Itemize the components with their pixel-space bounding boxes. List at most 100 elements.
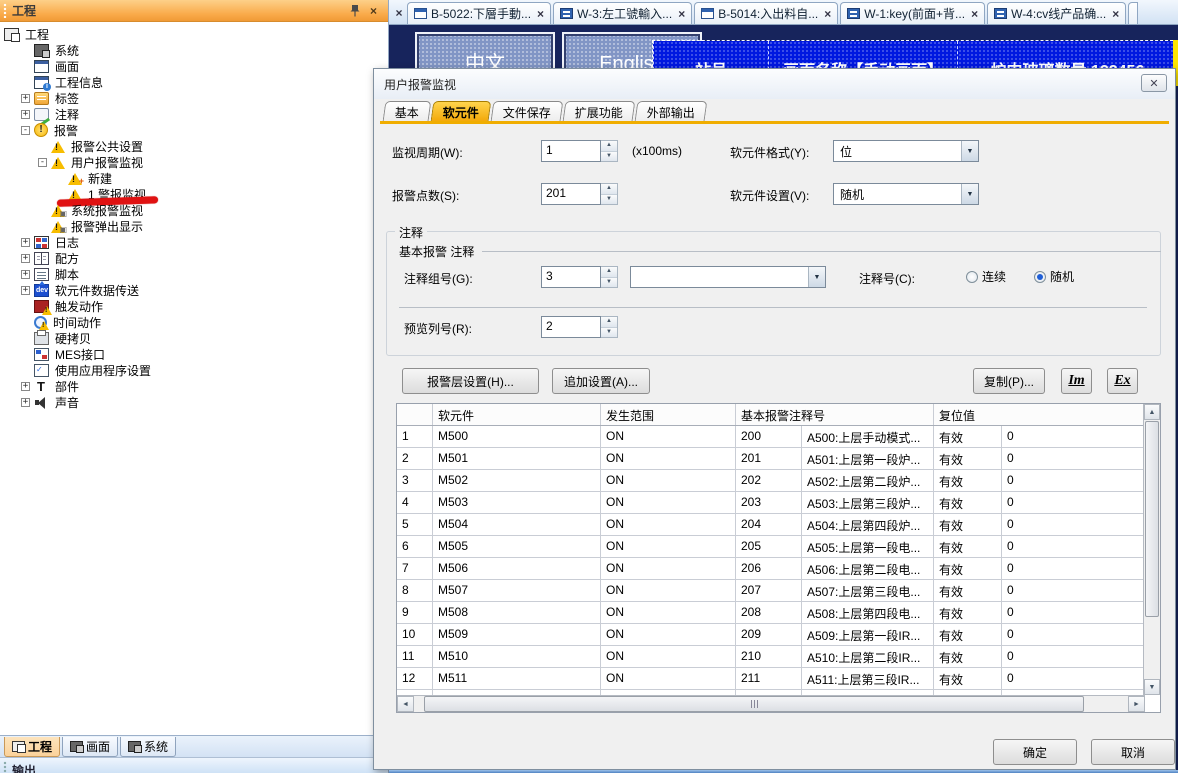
tree-item-脚本[interactable]: +脚本 [0,266,388,282]
spin-up-icon[interactable]: ▲ [601,317,617,328]
spin-up-icon[interactable]: ▲ [601,141,617,152]
spin-down-icon[interactable]: ▼ [601,328,617,338]
expand-toggle-icon[interactable]: + [21,286,30,295]
chevron-down-icon[interactable]: ▼ [961,184,978,204]
horizontal-scrollbar[interactable]: ◄ ► [397,695,1145,712]
tree-item-MES接口[interactable]: MES接口 [0,346,388,362]
expand-toggle-icon[interactable]: - [21,126,30,135]
tree-item-画面[interactable]: 画面 [0,58,388,74]
project-panel-titlebar[interactable]: 工程 × [0,0,388,22]
chevron-down-icon[interactable]: ▼ [808,267,825,287]
close-icon[interactable]: × [1112,7,1119,21]
cycle-value[interactable]: 1 [541,140,601,162]
expand-toggle-icon[interactable]: + [21,382,30,391]
format-dropdown[interactable]: 位 ▼ [833,140,979,162]
spin-up-icon[interactable]: ▲ [601,184,617,195]
expand-toggle-icon[interactable]: + [21,110,30,119]
points-value[interactable]: 201 [541,183,601,205]
tree-item-报警公共设置[interactable]: 报警公共设置 [0,138,388,154]
tree-item-系统报警监视[interactable]: ▣系统报警监视 [0,202,388,218]
comment-group-no-value[interactable]: 3 [541,266,601,288]
preview-col-spinner[interactable]: 2 ▲▼ [541,316,618,338]
spin-down-icon[interactable]: ▼ [601,278,617,288]
close-icon[interactable]: × [678,7,685,21]
table-row[interactable]: 3M502ON202A502:上层第二段炉...有效0 [397,470,1160,492]
cancel-button[interactable]: 取消 [1091,739,1175,765]
tree-item-报警弹出显示[interactable]: ▣报警弹出显示 [0,218,388,234]
dialog-tab-文件保存[interactable]: 文件保存 [491,101,564,121]
expand-toggle-icon[interactable]: + [21,254,30,263]
table-row[interactable]: 1M500ON200A500:上层手动模式...有效0 [397,426,1160,448]
tree-item-用户报警监视[interactable]: -用户报警监视 [0,154,388,170]
close-icon[interactable]: × [366,3,381,18]
dialog-close-button[interactable]: ✕ [1141,74,1167,92]
tree-item-工程信息[interactable]: 工程信息 [0,74,388,90]
table-row[interactable]: 7M506ON206A506:上层第二段电...有效0 [397,558,1160,580]
expand-toggle-icon[interactable]: - [38,158,47,167]
tree-item-报警[interactable]: -报警 [0,122,388,138]
spin-down-icon[interactable]: ▼ [601,195,617,205]
spin-down-icon[interactable]: ▼ [601,152,617,162]
table-row[interactable]: 10M509ON209A509:上层第一段IR...有效0 [397,624,1160,646]
expand-toggle-icon[interactable]: + [21,238,30,247]
document-tab-B-5022[interactable]: B-5022:下層手動...× [407,2,551,24]
tree-item-部件[interactable]: +部件 [0,378,388,394]
panel-tab-画面[interactable]: 画面 [62,737,118,757]
comment-group-dropdown[interactable]: ▼ [630,266,826,288]
expand-toggle-icon[interactable]: + [21,270,30,279]
horizontal-scrollbar-thumb[interactable] [424,696,1084,712]
tree-item-配方[interactable]: +配方 [0,250,388,266]
tree-item-触发动作[interactable]: 触发动作 [0,298,388,314]
export-button[interactable]: Ex [1107,368,1138,394]
cycle-spinner[interactable]: 1 ▲▼ [541,140,618,162]
dialog-titlebar[interactable]: 用户报警监视 [374,69,1175,99]
dialog-tab-基本[interactable]: 基本 [383,101,432,121]
vertical-scrollbar-thumb[interactable] [1145,421,1159,617]
document-tab-W-3[interactable]: W-3:左工號輸入...× [553,2,692,24]
scroll-right-icon[interactable]: ► [1128,696,1145,712]
table-row[interactable]: 6M505ON205A505:上层第一段电...有效0 [397,536,1160,558]
scroll-down-icon[interactable]: ▼ [1144,679,1160,695]
table-row[interactable]: 4M503ON203A503:上层第三段炉...有效0 [397,492,1160,514]
panel-tab-系统[interactable]: 系统 [120,737,176,757]
tree-item-硬拷贝[interactable]: 硬拷贝 [0,330,388,346]
points-spinner[interactable]: 201 ▲▼ [541,183,618,205]
tree-item-日志[interactable]: +日志 [0,234,388,250]
tree-item-时间动作[interactable]: 时间动作 [0,314,388,330]
tree-item-工程[interactable]: 工程 [0,26,388,42]
alarm-layer-button[interactable]: 报警层设置(H)... [402,368,539,394]
scroll-up-icon[interactable]: ▲ [1144,404,1160,420]
chevron-down-icon[interactable]: ▼ [961,141,978,161]
tree-item-1 警报监视[interactable]: 1 警报监视 [0,186,388,202]
dialog-tab-扩展功能[interactable]: 扩展功能 [563,101,636,121]
scroll-left-icon[interactable]: ◄ [397,696,414,712]
vertical-scrollbar[interactable]: ▲ ▼ [1143,404,1160,695]
table-row[interactable]: 12M511ON211A511:上层第三段IR...有效0 [397,668,1160,690]
radio-selected-icon[interactable] [1034,271,1046,283]
tree-item-系统[interactable]: 系统 [0,42,388,58]
table-row[interactable]: 2M501ON201A501:上层第一段炉...有效0 [397,448,1160,470]
dialog-tab-外部输出[interactable]: 外部输出 [635,101,708,121]
document-tab-B-5014[interactable]: B-5014:入出料自...× [694,2,838,24]
table-row[interactable]: 11M510ON210A510:上层第二段IR...有效0 [397,646,1160,668]
radio-icon[interactable] [966,271,978,283]
table-row[interactable]: 9M508ON208A508:上层第四段电...有效0 [397,602,1160,624]
tree-item-软元件数据传送[interactable]: +软元件数据传送 [0,282,388,298]
tree-item-声音[interactable]: +声音 [0,394,388,410]
import-button[interactable]: Im [1061,368,1092,394]
document-tab-W-4[interactable]: W-4:cv线产品确...× [987,2,1126,24]
pin-icon[interactable] [347,3,362,18]
spin-up-icon[interactable]: ▲ [601,267,617,278]
tree-item-标签[interactable]: +标签 [0,90,388,106]
expand-toggle-icon[interactable]: + [21,94,30,103]
panel-tab-工程[interactable]: 工程 [4,737,60,757]
close-icon[interactable]: × [537,7,544,21]
copy-button[interactable]: 复制(P)... [973,368,1045,394]
radio-continuous[interactable]: 连续 [966,268,1006,285]
table-row[interactable]: 5M504ON204A504:上层第四段炉...有效0 [397,514,1160,536]
close-icon[interactable]: × [971,7,978,21]
preview-col-value[interactable]: 2 [541,316,601,338]
radio-random[interactable]: 随机 [1034,268,1074,285]
expand-toggle-icon[interactable]: + [21,398,30,407]
ok-button[interactable]: 确定 [993,739,1077,765]
